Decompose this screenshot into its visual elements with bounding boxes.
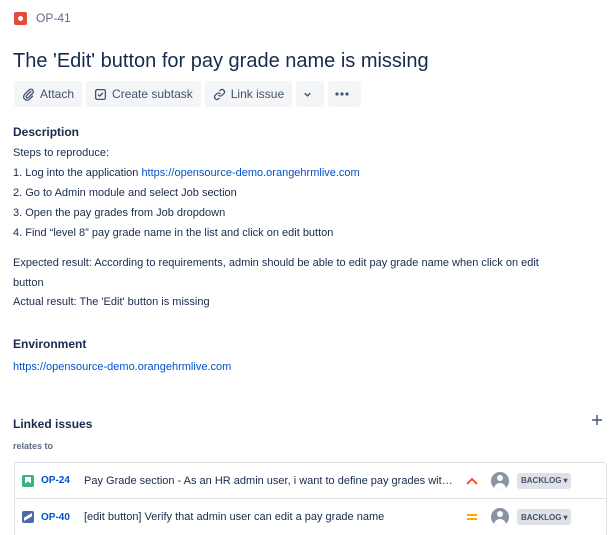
- priority-high-icon: [466, 477, 478, 485]
- description-line: 4. Find “level 8” pay grade name in the …: [13, 227, 334, 239]
- create-subtask-button[interactable]: Create subtask: [86, 81, 201, 107]
- bug-icon: [14, 11, 27, 25]
- linked-issue-row[interactable]: OP-40 [edit button] Verify that admin us…: [15, 499, 606, 535]
- chevron-down-icon: [304, 92, 311, 97]
- add-linked-issue-button[interactable]: [591, 414, 603, 430]
- app-link[interactable]: https://opensource-demo.orangehrmlive.co…: [141, 167, 359, 179]
- plus-icon: [592, 415, 602, 425]
- issue-key-row: OP-41: [14, 10, 71, 26]
- paperclip-icon: [22, 88, 34, 101]
- ellipsis-icon: [335, 92, 349, 96]
- linked-issues-list: OP-24 Pay Grade section - As an HR admin…: [14, 462, 607, 535]
- description-line: 3. Open the pay grades from Job dropdown: [13, 207, 226, 219]
- linked-issue-key[interactable]: OP-24: [41, 475, 70, 486]
- linked-issue-summary[interactable]: [edit button] Verify that admin user can…: [84, 511, 456, 523]
- create-subtask-label: Create subtask: [112, 87, 193, 101]
- linked-issue-summary[interactable]: Pay Grade section - As an HR admin user,…: [84, 475, 456, 487]
- priority-medium-icon: [467, 514, 477, 520]
- linked-issues-heading: Linked issues: [13, 417, 93, 431]
- status-label: BACKLOG: [521, 476, 562, 485]
- relation-label: relates to: [13, 441, 54, 451]
- attach-button[interactable]: Attach: [14, 81, 83, 107]
- linked-issue-row[interactable]: OP-24 Pay Grade section - As an HR admin…: [15, 463, 606, 499]
- link-icon: [213, 88, 225, 100]
- description-line: Steps to reproduce:: [13, 147, 110, 159]
- description-line: 2. Go to Admin module and select Job sec…: [13, 187, 237, 199]
- description-line: 1. Log into the application https://open…: [13, 166, 360, 180]
- status-dropdown[interactable]: BACKLOG ▾: [517, 509, 572, 525]
- description-line-text: 1. Log into the application: [13, 167, 142, 179]
- issue-key[interactable]: OP-41: [36, 11, 71, 25]
- environment-heading: Environment: [13, 337, 87, 351]
- link-issue-dropdown-button[interactable]: [296, 81, 325, 107]
- description-heading: Description: [13, 125, 80, 139]
- chevron-down-icon: ▾: [563, 476, 568, 485]
- link-issue-label: Link issue: [230, 87, 285, 101]
- chevron-down-icon: ▾: [563, 512, 568, 522]
- avatar[interactable]: [491, 471, 509, 490]
- task-icon: [22, 511, 34, 523]
- status-dropdown[interactable]: BACKLOG ▾: [517, 472, 572, 489]
- linked-issue-key[interactable]: OP-40: [41, 512, 70, 523]
- more-actions-button[interactable]: [328, 81, 362, 107]
- issue-title[interactable]: The 'Edit' button for pay grade name is …: [13, 48, 429, 74]
- status-label: BACKLOG: [521, 512, 562, 522]
- actual-result-line: Actual result: The 'Edit' button is miss…: [13, 296, 210, 308]
- story-icon: [22, 474, 34, 487]
- expected-result-line: Expected result: According to requiremen…: [13, 257, 539, 269]
- issue-toolbar: Attach Create subtask Link issue: [14, 81, 362, 107]
- link-issue-button[interactable]: Link issue: [204, 81, 293, 107]
- avatar[interactable]: [491, 508, 509, 526]
- subtask-icon: [95, 88, 107, 100]
- expected-result-line: button: [13, 277, 44, 289]
- environment-link[interactable]: https://opensource-demo.orangehrmlive.co…: [13, 360, 231, 374]
- attach-label: Attach: [40, 87, 75, 101]
